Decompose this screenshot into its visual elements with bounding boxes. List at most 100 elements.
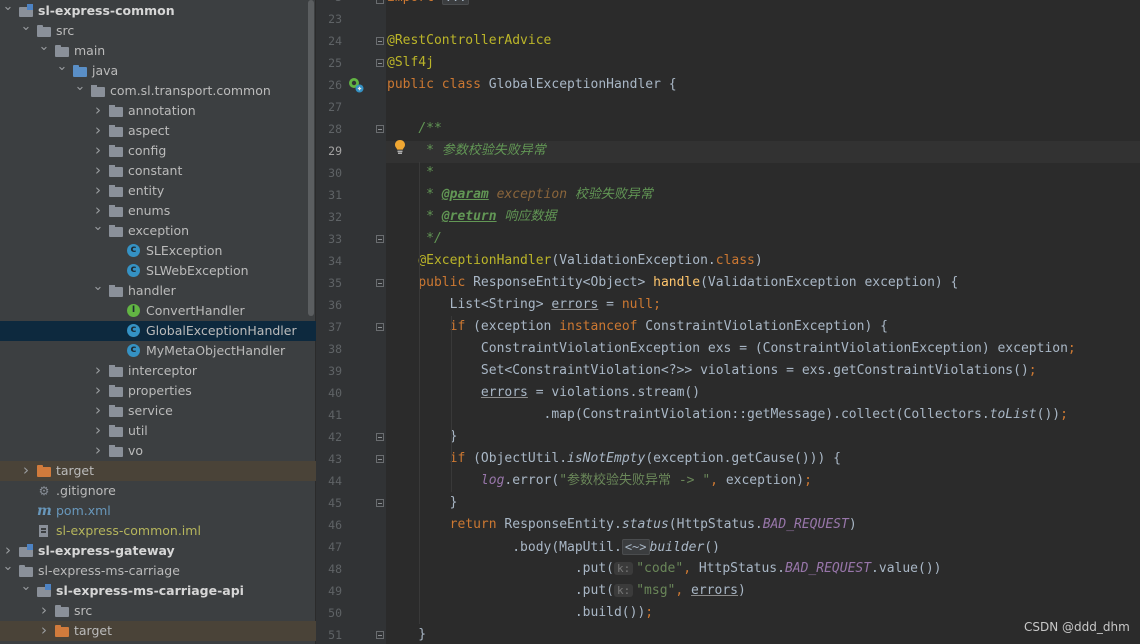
fold-marker[interactable]: [376, 37, 384, 45]
tree-item[interactable]: MyMetaObjectHandler: [0, 341, 306, 361]
tree-item[interactable]: ⌄ sl-express-ms-carriage: [0, 560, 306, 581]
spring-bean-gutter-icon[interactable]: [348, 77, 364, 93]
fold-marker[interactable]: [376, 59, 384, 67]
tree-item-label: util: [128, 423, 148, 438]
tree-item[interactable]: › properties: [0, 381, 306, 401]
fold-marker[interactable]: [376, 0, 384, 4]
tree-item[interactable]: › sl-express-gateway: [0, 541, 306, 561]
tree-item-label: .gitignore: [56, 483, 116, 498]
tree-item[interactable]: › target: [0, 621, 316, 641]
line-number: 43: [328, 452, 342, 466]
chevron-down-icon[interactable]: ⌄: [92, 280, 104, 301]
chevron-down-icon[interactable]: ⌄: [38, 40, 50, 61]
tree-item[interactable]: › constant: [0, 161, 306, 181]
chevron-right-icon[interactable]: ›: [20, 461, 32, 481]
tree-item-label: annotation: [128, 103, 196, 118]
chevron-right-icon[interactable]: ›: [92, 421, 104, 441]
tree-item[interactable]: ⌄ exception: [0, 220, 306, 241]
tree-item[interactable]: ⌄ sl-express-ms-carriage-api: [0, 580, 306, 601]
ide-window: ⌄ sl-express-common ⌄ src ⌄ main ⌄ java ⌄ com.sl.…: [0, 0, 1140, 644]
chevron-right-icon[interactable]: ›: [2, 541, 14, 561]
chevron-down-icon[interactable]: ⌄: [2, 0, 14, 21]
line-number: 49: [328, 584, 342, 598]
tree-item[interactable]: GlobalExceptionHandler: [0, 321, 316, 341]
code-line: }: [387, 492, 458, 514]
chevron-down-icon[interactable]: ⌄: [20, 20, 32, 41]
chevron-right-icon[interactable]: ›: [92, 121, 104, 141]
folded-imports[interactable]: ...: [441, 0, 470, 5]
chevron-right-icon[interactable]: ›: [38, 601, 50, 621]
tree-item[interactable]: › annotation: [0, 101, 306, 121]
chevron-right-icon[interactable]: ›: [92, 201, 104, 221]
tree-item[interactable]: ⌄ handler: [0, 280, 306, 301]
chevron-right-icon[interactable]: ›: [92, 181, 104, 201]
chevron-down-icon[interactable]: ⌄: [20, 580, 32, 601]
tree-item[interactable]: › config: [0, 141, 306, 161]
code-token: BAD_REQUEST: [784, 561, 872, 576]
package-icon: [109, 204, 123, 218]
module-icon: [19, 544, 33, 558]
chevron-right-icon[interactable]: ›: [92, 381, 104, 401]
fold-marker[interactable]: [376, 455, 384, 463]
fold-marker[interactable]: [376, 631, 384, 639]
tree-item[interactable]: sl-express-common.iml: [0, 521, 306, 541]
line-number: 45: [328, 496, 342, 510]
tree-item[interactable]: SLWebException: [0, 261, 306, 281]
tree-item[interactable]: › vo: [0, 441, 306, 461]
tree-item[interactable]: › src: [0, 601, 306, 621]
code-token: <~>: [621, 539, 650, 555]
line-number: 39: [328, 364, 342, 378]
tree-item[interactable]: ⌄ com.sl.transport.common: [0, 80, 306, 101]
package-icon: [109, 224, 123, 238]
line-number: 25: [328, 56, 342, 70]
chevron-right-icon[interactable]: ›: [92, 441, 104, 461]
tree-item[interactable]: m pom.xml: [0, 501, 306, 521]
tree-item-label: vo: [128, 443, 144, 458]
code-line: .put(k: "msg", errors): [387, 580, 746, 602]
tree-item[interactable]: ⌄ java: [0, 60, 306, 81]
tree-item[interactable]: › service: [0, 401, 306, 421]
fold-marker[interactable]: [376, 235, 384, 243]
tree-item[interactable]: ⌄ main: [0, 40, 306, 61]
tree-item[interactable]: SLException: [0, 241, 306, 261]
fold-marker[interactable]: [376, 433, 384, 441]
chevron-right-icon[interactable]: ›: [92, 141, 104, 161]
chevron-right-icon[interactable]: ›: [92, 401, 104, 421]
chevron-down-icon[interactable]: ⌄: [56, 60, 68, 81]
tree-item-label: com.sl.transport.common: [110, 83, 271, 98]
chevron-down-icon[interactable]: ⌄: [92, 220, 104, 241]
indent-guide: [419, 162, 420, 624]
tree-item[interactable]: › target: [0, 461, 316, 481]
fold-marker[interactable]: [376, 125, 384, 133]
tree-item[interactable]: › entity: [0, 181, 306, 201]
tree-item-label: java: [92, 63, 119, 78]
tree-item[interactable]: › enums: [0, 201, 306, 221]
chevron-down-icon[interactable]: ⌄: [74, 80, 86, 101]
lightbulb-intention-icon[interactable]: [394, 139, 406, 155]
fold-marker[interactable]: [376, 279, 384, 287]
code-token: }: [387, 627, 427, 642]
code-token: errors: [480, 385, 528, 400]
tree-item[interactable]: › util: [0, 421, 306, 441]
chevron-right-icon[interactable]: ›: [92, 101, 104, 121]
code-token: * 参数校验失败异常: [418, 143, 546, 158]
line-number: 42: [328, 430, 342, 444]
tree-item[interactable]: › aspect: [0, 121, 306, 141]
tree-item[interactable]: ⌄ src: [0, 20, 306, 41]
tree-item[interactable]: ⌄ sl-express-common: [0, 0, 306, 21]
fold-marker[interactable]: [376, 323, 384, 331]
tree-item[interactable]: › interceptor: [0, 361, 306, 381]
chevron-right-icon[interactable]: ›: [38, 621, 50, 641]
project-tree-scrollbar-thumb[interactable]: [308, 0, 314, 316]
tree-item[interactable]: ConvertHandler: [0, 301, 306, 321]
chevron-right-icon[interactable]: ›: [92, 161, 104, 181]
fold-marker[interactable]: [376, 499, 384, 507]
code-token: ConstraintViolationException) {: [645, 319, 888, 334]
tree-item-label: SLException: [146, 243, 223, 258]
chevron-down-icon[interactable]: ⌄: [2, 560, 14, 581]
line-number: 24: [328, 34, 342, 48]
tree-item[interactable]: ⚙ .gitignore: [0, 481, 306, 501]
tree-item-label: entity: [128, 183, 165, 198]
chevron-right-icon[interactable]: ›: [92, 361, 104, 381]
